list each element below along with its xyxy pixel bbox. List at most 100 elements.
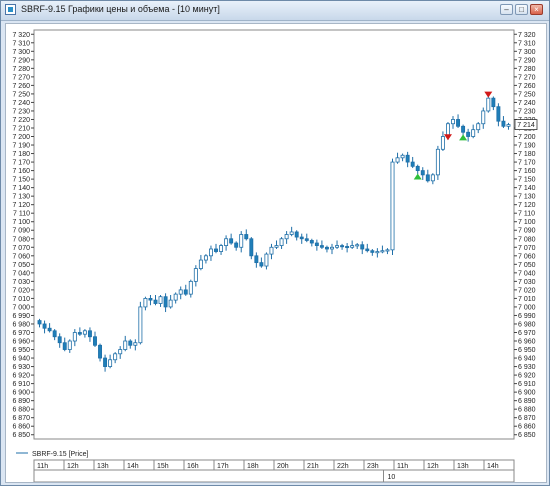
candle[interactable] [380, 250, 385, 253]
candle[interactable] [314, 242, 319, 246]
candle[interactable] [239, 234, 244, 248]
candle[interactable] [405, 154, 410, 163]
candle[interactable] [229, 238, 234, 244]
candle[interactable] [254, 255, 259, 264]
candle[interactable] [93, 336, 97, 346]
candle[interactable] [148, 298, 153, 301]
candle[interactable] [128, 340, 133, 346]
candle[interactable] [47, 327, 52, 332]
candle[interactable] [42, 323, 47, 329]
candle[interactable] [52, 330, 57, 338]
candle[interactable] [491, 97, 496, 108]
candle[interactable] [284, 234, 289, 240]
candle[interactable] [309, 240, 314, 244]
candle[interactable] [501, 120, 506, 127]
candle[interactable] [219, 245, 224, 252]
candle[interactable] [57, 336, 62, 344]
candle[interactable] [294, 231, 299, 238]
candle[interactable] [345, 246, 350, 249]
candle[interactable] [330, 246, 334, 250]
candle[interactable] [214, 248, 218, 252]
candle[interactable] [133, 342, 138, 346]
candle[interactable] [304, 238, 309, 241]
candle[interactable] [203, 255, 208, 261]
candle[interactable] [67, 340, 72, 350]
candle[interactable] [420, 170, 425, 176]
candle[interactable] [178, 289, 183, 295]
candle[interactable] [375, 251, 380, 254]
candle[interactable] [72, 332, 77, 342]
candle[interactable] [299, 236, 304, 240]
candle[interactable] [249, 238, 254, 257]
candle[interactable] [390, 161, 395, 251]
candle[interactable] [395, 157, 400, 163]
candle[interactable] [173, 293, 178, 301]
candle[interactable] [415, 165, 420, 171]
candle[interactable] [98, 344, 102, 359]
candle[interactable] [370, 250, 375, 253]
candle[interactable] [259, 262, 264, 267]
candle[interactable] [168, 299, 173, 308]
price-chart[interactable]: 7 320 7 3207 310 7 3107 300 7 3007 290 7 290… [6, 24, 546, 482]
candle[interactable] [400, 154, 405, 159]
candle[interactable] [163, 296, 168, 308]
candle[interactable] [123, 340, 128, 350]
candle[interactable] [456, 119, 461, 127]
y-tick-label-right: 7 130 [518, 194, 536, 201]
candle[interactable] [466, 131, 471, 137]
candle[interactable] [62, 342, 67, 350]
candle[interactable] [461, 125, 466, 133]
candle[interactable] [385, 249, 390, 252]
candle[interactable] [355, 244, 360, 247]
candle[interactable] [153, 299, 158, 304]
candle[interactable] [324, 246, 329, 250]
candle[interactable] [360, 244, 365, 250]
candle[interactable] [435, 148, 440, 176]
candle[interactable] [335, 245, 339, 248]
candle[interactable] [224, 238, 229, 246]
candle[interactable] [82, 330, 87, 335]
candle[interactable] [350, 245, 355, 248]
candle[interactable] [264, 253, 269, 267]
candle[interactable] [451, 119, 455, 125]
minimize-button[interactable]: – [500, 4, 513, 15]
chart-area[interactable]: 7 320 7 320 7 310 7 310 7 300 7 300 7 290 7 290… [5, 23, 547, 483]
candle[interactable] [471, 129, 476, 137]
candle[interactable] [410, 161, 415, 167]
candle[interactable] [113, 353, 118, 361]
candle[interactable] [158, 296, 163, 304]
candle[interactable] [340, 245, 345, 248]
candle[interactable] [365, 248, 370, 252]
candle[interactable] [319, 245, 324, 248]
candle[interactable] [481, 110, 486, 125]
candle[interactable] [193, 268, 198, 282]
candle[interactable] [486, 97, 491, 112]
candle[interactable] [279, 238, 284, 246]
candle[interactable] [274, 245, 279, 248]
candle[interactable] [198, 259, 203, 269]
candle[interactable] [118, 349, 123, 355]
candle[interactable] [440, 136, 445, 150]
candle[interactable] [37, 320, 42, 325]
candle[interactable] [289, 231, 294, 235]
candle[interactable] [269, 246, 274, 255]
title-bar[interactable]: SBRF-9.15 Графики цены и объема - [10 ми… [1, 1, 549, 21]
candle[interactable] [183, 289, 188, 295]
candle[interactable] [87, 330, 92, 338]
candle[interactable] [244, 234, 249, 240]
candle[interactable] [138, 306, 143, 344]
close-button[interactable]: × [530, 4, 543, 15]
candle[interactable] [143, 298, 148, 308]
candle[interactable] [209, 248, 213, 257]
candle[interactable] [506, 124, 511, 127]
maximize-button[interactable]: □ [515, 4, 528, 15]
candle[interactable] [103, 357, 108, 367]
candle[interactable] [77, 332, 82, 335]
candle[interactable] [425, 174, 430, 182]
candle[interactable] [430, 174, 435, 182]
candle[interactable] [476, 123, 481, 131]
candle[interactable] [496, 106, 501, 122]
candle[interactable] [108, 359, 113, 367]
candle[interactable] [234, 242, 239, 248]
candle[interactable] [188, 280, 193, 295]
